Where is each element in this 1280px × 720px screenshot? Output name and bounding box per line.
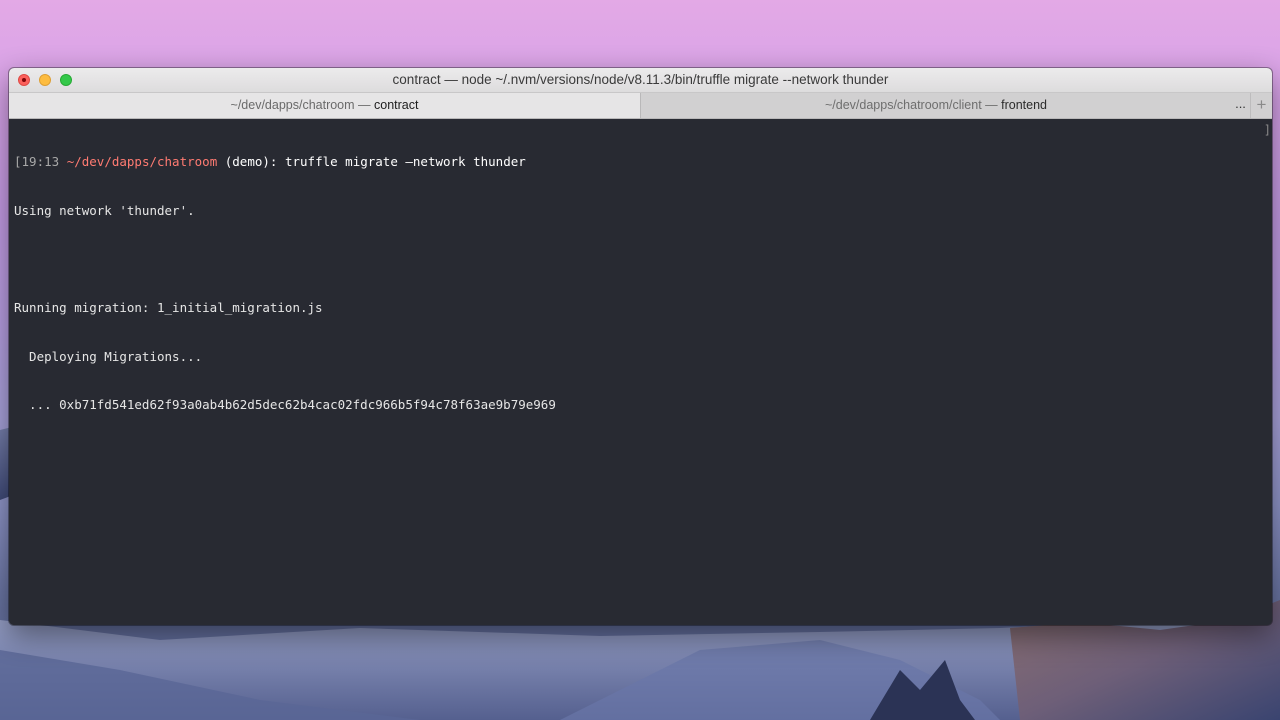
tab-frontend-path: ~/dev/dapps/chatroom/client — [824,98,1002,112]
output-line: Deploying Migrations... [14,348,203,364]
tab-frontend-name: frontend [1001,98,1047,112]
prompt-line: [19:13 ~/dev/dapps/chatroom (demo): truf… [14,154,1272,170]
tab-bar: ~/dev/dapps/chatroom — contract ~/dev/da… [9,93,1272,119]
window-title: contract — node ~/.nvm/versions/node/v8.… [392,72,889,87]
prompt-branch: (demo) [224,154,270,170]
terminal-output[interactable]: [19:13 ~/dev/dapps/chatroom (demo): truf… [9,119,1272,625]
tab-overflow-button[interactable]: ... [1231,93,1250,118]
output-line: ... 0xb71fd541ed62f93a0ab4b62d5dec62b4ca… [14,397,556,413]
tab-contract-path: ~/dev/dapps/chatroom — [230,98,374,112]
prompt-path: ~/dev/dapps/chatroom [66,154,218,170]
tab-frontend[interactable]: ~/dev/dapps/chatroom/client — frontend [641,93,1231,118]
terminal-window: contract — node ~/.nvm/versions/node/v8.… [9,68,1272,625]
output-line: Running migration: 1_initial_migration.j… [14,300,323,316]
tab-contract[interactable]: ~/dev/dapps/chatroom — contract [9,93,641,118]
new-tab-button[interactable]: + [1250,93,1272,118]
title-bar[interactable]: contract — node ~/.nvm/versions/node/v8.… [9,68,1272,93]
output-line: Using network 'thunder'. [14,203,195,218]
prompt-bracket: [ [14,154,22,170]
prompt-time: 19:13 [21,154,60,170]
prompt-separator: : [269,154,285,170]
tab-contract-name: contract [374,98,419,112]
scroll-marker: ] [1263,123,1271,137]
prompt-command: truffle migrate —network thunder [284,154,526,170]
